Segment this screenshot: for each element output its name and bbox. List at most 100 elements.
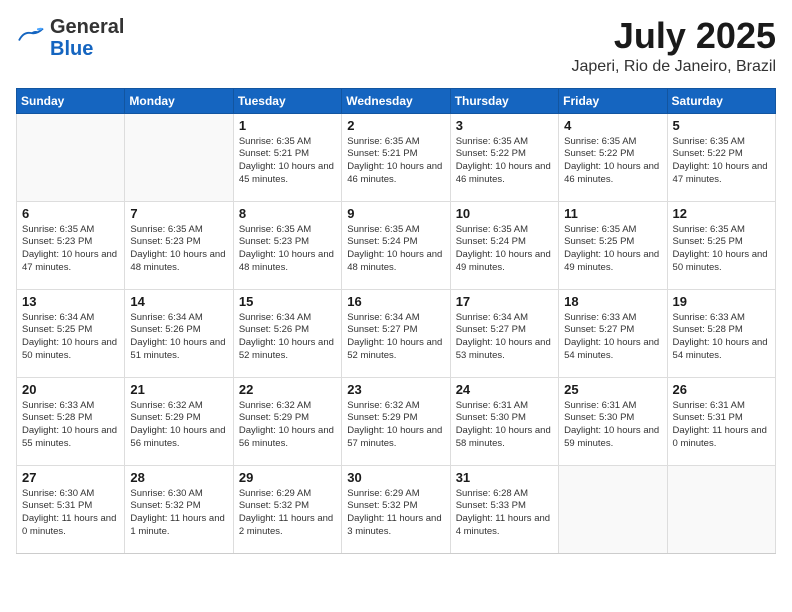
weekday-header: Tuesday xyxy=(233,88,341,113)
logo: General Blue xyxy=(16,16,124,60)
day-number: 29 xyxy=(239,470,336,485)
day-number: 27 xyxy=(22,470,119,485)
calendar-week-row: 6 Sunrise: 6:35 AM Sunset: 5:23 PM Daylig… xyxy=(17,201,776,289)
cell-text: Sunrise: 6:29 AM Sunset: 5:32 PM Dayligh… xyxy=(239,488,336,539)
day-number: 28 xyxy=(130,470,227,485)
day-number: 1 xyxy=(239,118,336,133)
calendar-cell: 2 Sunrise: 6:35 AM Sunset: 5:21 PM Daylig… xyxy=(342,113,450,201)
calendar-header-row: SundayMondayTuesdayWednesdayThursdayFrid… xyxy=(17,88,776,113)
cell-text: Sunrise: 6:30 AM Sunset: 5:32 PM Dayligh… xyxy=(130,488,227,539)
logo-blue: Blue xyxy=(50,38,124,60)
day-number: 10 xyxy=(456,206,553,221)
day-number: 24 xyxy=(456,382,553,397)
title-block: July 2025 Japeri, Rio de Janeiro, Brazil xyxy=(571,16,776,76)
weekday-header: Sunday xyxy=(17,88,125,113)
calendar-cell xyxy=(125,113,233,201)
cell-text: Sunrise: 6:35 AM Sunset: 5:22 PM Dayligh… xyxy=(673,136,770,187)
calendar-cell: 23 Sunrise: 6:32 AM Sunset: 5:29 PM Dayli… xyxy=(342,377,450,465)
cell-text: Sunrise: 6:34 AM Sunset: 5:27 PM Dayligh… xyxy=(456,312,553,363)
calendar-cell: 7 Sunrise: 6:35 AM Sunset: 5:23 PM Daylig… xyxy=(125,201,233,289)
calendar-cell: 6 Sunrise: 6:35 AM Sunset: 5:23 PM Daylig… xyxy=(17,201,125,289)
weekday-header: Friday xyxy=(559,88,667,113)
day-number: 8 xyxy=(239,206,336,221)
calendar-cell: 13Sunrise: 6:34 AM Sunset: 5:25 PM Dayli… xyxy=(17,289,125,377)
day-number: 31 xyxy=(456,470,553,485)
cell-text: Sunrise: 6:35 AM Sunset: 5:25 PM Dayligh… xyxy=(564,224,661,275)
day-number: 3 xyxy=(456,118,553,133)
cell-text: Sunrise: 6:35 AM Sunset: 5:21 PM Dayligh… xyxy=(347,136,444,187)
calendar-week-row: 20 Sunrise: 6:33 AM Sunset: 5:28 PM Dayli… xyxy=(17,377,776,465)
location-title: Japeri, Rio de Janeiro, Brazil xyxy=(571,58,776,76)
calendar-cell: 31 Sunrise: 6:28 AM Sunset: 5:33 PM Dayli… xyxy=(450,465,558,553)
cell-text: Sunrise: 6:33 AM Sunset: 5:27 PM Dayligh… xyxy=(564,312,661,363)
weekday-header: Wednesday xyxy=(342,88,450,113)
calendar-cell: 24 Sunrise: 6:31 AM Sunset: 5:30 PM Dayli… xyxy=(450,377,558,465)
day-number: 12 xyxy=(673,206,770,221)
calendar-cell: 15 Sunrise: 6:34 AM Sunset: 5:26 PM Dayli… xyxy=(233,289,341,377)
day-number: 17 xyxy=(456,294,553,309)
day-number: 6 xyxy=(22,206,119,221)
cell-text: Sunrise: 6:34 AM Sunset: 5:26 PM Dayligh… xyxy=(239,312,336,363)
page-header: General Blue July 2025 Japeri, Rio de Ja… xyxy=(16,16,776,76)
cell-text: Sunrise: 6:31 AM Sunset: 5:30 PM Dayligh… xyxy=(456,400,553,451)
cell-text: Sunrise: 6:35 AM Sunset: 5:21 PM Dayligh… xyxy=(239,136,336,187)
cell-text: Sunrise: 6:30 AM Sunset: 5:31 PM Dayligh… xyxy=(22,488,119,539)
calendar-cell: 4Sunrise: 6:35 AM Sunset: 5:22 PM Daylig… xyxy=(559,113,667,201)
cell-text: Sunrise: 6:35 AM Sunset: 5:25 PM Dayligh… xyxy=(673,224,770,275)
calendar-cell: 14 Sunrise: 6:34 AM Sunset: 5:26 PM Dayli… xyxy=(125,289,233,377)
calendar-cell: 25Sunrise: 6:31 AM Sunset: 5:30 PM Dayli… xyxy=(559,377,667,465)
calendar-cell: 8 Sunrise: 6:35 AM Sunset: 5:23 PM Daylig… xyxy=(233,201,341,289)
day-number: 16 xyxy=(347,294,444,309)
cell-text: Sunrise: 6:35 AM Sunset: 5:23 PM Dayligh… xyxy=(130,224,227,275)
cell-text: Sunrise: 6:34 AM Sunset: 5:26 PM Dayligh… xyxy=(130,312,227,363)
day-number: 2 xyxy=(347,118,444,133)
calendar-cell: 27 Sunrise: 6:30 AM Sunset: 5:31 PM Dayli… xyxy=(17,465,125,553)
calendar-cell: 5 Sunrise: 6:35 AM Sunset: 5:22 PM Daylig… xyxy=(667,113,775,201)
cell-text: Sunrise: 6:32 AM Sunset: 5:29 PM Dayligh… xyxy=(130,400,227,451)
day-number: 23 xyxy=(347,382,444,397)
weekday-header: Monday xyxy=(125,88,233,113)
cell-text: Sunrise: 6:35 AM Sunset: 5:23 PM Dayligh… xyxy=(22,224,119,275)
calendar-cell: 19 Sunrise: 6:33 AM Sunset: 5:28 PM Dayli… xyxy=(667,289,775,377)
weekday-header: Thursday xyxy=(450,88,558,113)
calendar-cell: 1 Sunrise: 6:35 AM Sunset: 5:21 PM Daylig… xyxy=(233,113,341,201)
cell-text: Sunrise: 6:35 AM Sunset: 5:22 PM Dayligh… xyxy=(564,136,661,187)
cell-text: Sunrise: 6:28 AM Sunset: 5:33 PM Dayligh… xyxy=(456,488,553,539)
cell-text: Sunrise: 6:32 AM Sunset: 5:29 PM Dayligh… xyxy=(239,400,336,451)
day-number: 9 xyxy=(347,206,444,221)
day-number: 21 xyxy=(130,382,227,397)
day-number: 13 xyxy=(22,294,119,309)
calendar-cell: 28 Sunrise: 6:30 AM Sunset: 5:32 PM Dayli… xyxy=(125,465,233,553)
cell-text: Sunrise: 6:32 AM Sunset: 5:29 PM Dayligh… xyxy=(347,400,444,451)
calendar-table: SundayMondayTuesdayWednesdayThursdayFrid… xyxy=(16,88,776,554)
day-number: 14 xyxy=(130,294,227,309)
calendar-cell xyxy=(17,113,125,201)
logo-text-block: General Blue xyxy=(50,16,124,60)
day-number: 15 xyxy=(239,294,336,309)
cell-text: Sunrise: 6:33 AM Sunset: 5:28 PM Dayligh… xyxy=(673,312,770,363)
cell-text: Sunrise: 6:34 AM Sunset: 5:27 PM Dayligh… xyxy=(347,312,444,363)
calendar-cell: 29 Sunrise: 6:29 AM Sunset: 5:32 PM Dayli… xyxy=(233,465,341,553)
calendar-cell: 17 Sunrise: 6:34 AM Sunset: 5:27 PM Dayli… xyxy=(450,289,558,377)
calendar-week-row: 13Sunrise: 6:34 AM Sunset: 5:25 PM Dayli… xyxy=(17,289,776,377)
day-number: 20 xyxy=(22,382,119,397)
cell-text: Sunrise: 6:35 AM Sunset: 5:22 PM Dayligh… xyxy=(456,136,553,187)
calendar-cell: 26Sunrise: 6:31 AM Sunset: 5:31 PM Dayli… xyxy=(667,377,775,465)
calendar-cell: 3 Sunrise: 6:35 AM Sunset: 5:22 PM Daylig… xyxy=(450,113,558,201)
cell-text: Sunrise: 6:35 AM Sunset: 5:24 PM Dayligh… xyxy=(347,224,444,275)
day-number: 18 xyxy=(564,294,661,309)
cell-text: Sunrise: 6:33 AM Sunset: 5:28 PM Dayligh… xyxy=(22,400,119,451)
calendar-cell: 16 Sunrise: 6:34 AM Sunset: 5:27 PM Dayli… xyxy=(342,289,450,377)
cell-text: Sunrise: 6:35 AM Sunset: 5:23 PM Dayligh… xyxy=(239,224,336,275)
calendar-cell: 21 Sunrise: 6:32 AM Sunset: 5:29 PM Dayli… xyxy=(125,377,233,465)
calendar-cell: 9 Sunrise: 6:35 AM Sunset: 5:24 PM Daylig… xyxy=(342,201,450,289)
calendar-cell: 10Sunrise: 6:35 AM Sunset: 5:24 PM Dayli… xyxy=(450,201,558,289)
logo-bird-icon xyxy=(16,25,46,52)
cell-text: Sunrise: 6:31 AM Sunset: 5:30 PM Dayligh… xyxy=(564,400,661,451)
calendar-cell: 20 Sunrise: 6:33 AM Sunset: 5:28 PM Dayli… xyxy=(17,377,125,465)
day-number: 19 xyxy=(673,294,770,309)
logo-general: General xyxy=(50,16,124,38)
day-number: 7 xyxy=(130,206,227,221)
day-number: 5 xyxy=(673,118,770,133)
calendar-cell: 12 Sunrise: 6:35 AM Sunset: 5:25 PM Dayli… xyxy=(667,201,775,289)
